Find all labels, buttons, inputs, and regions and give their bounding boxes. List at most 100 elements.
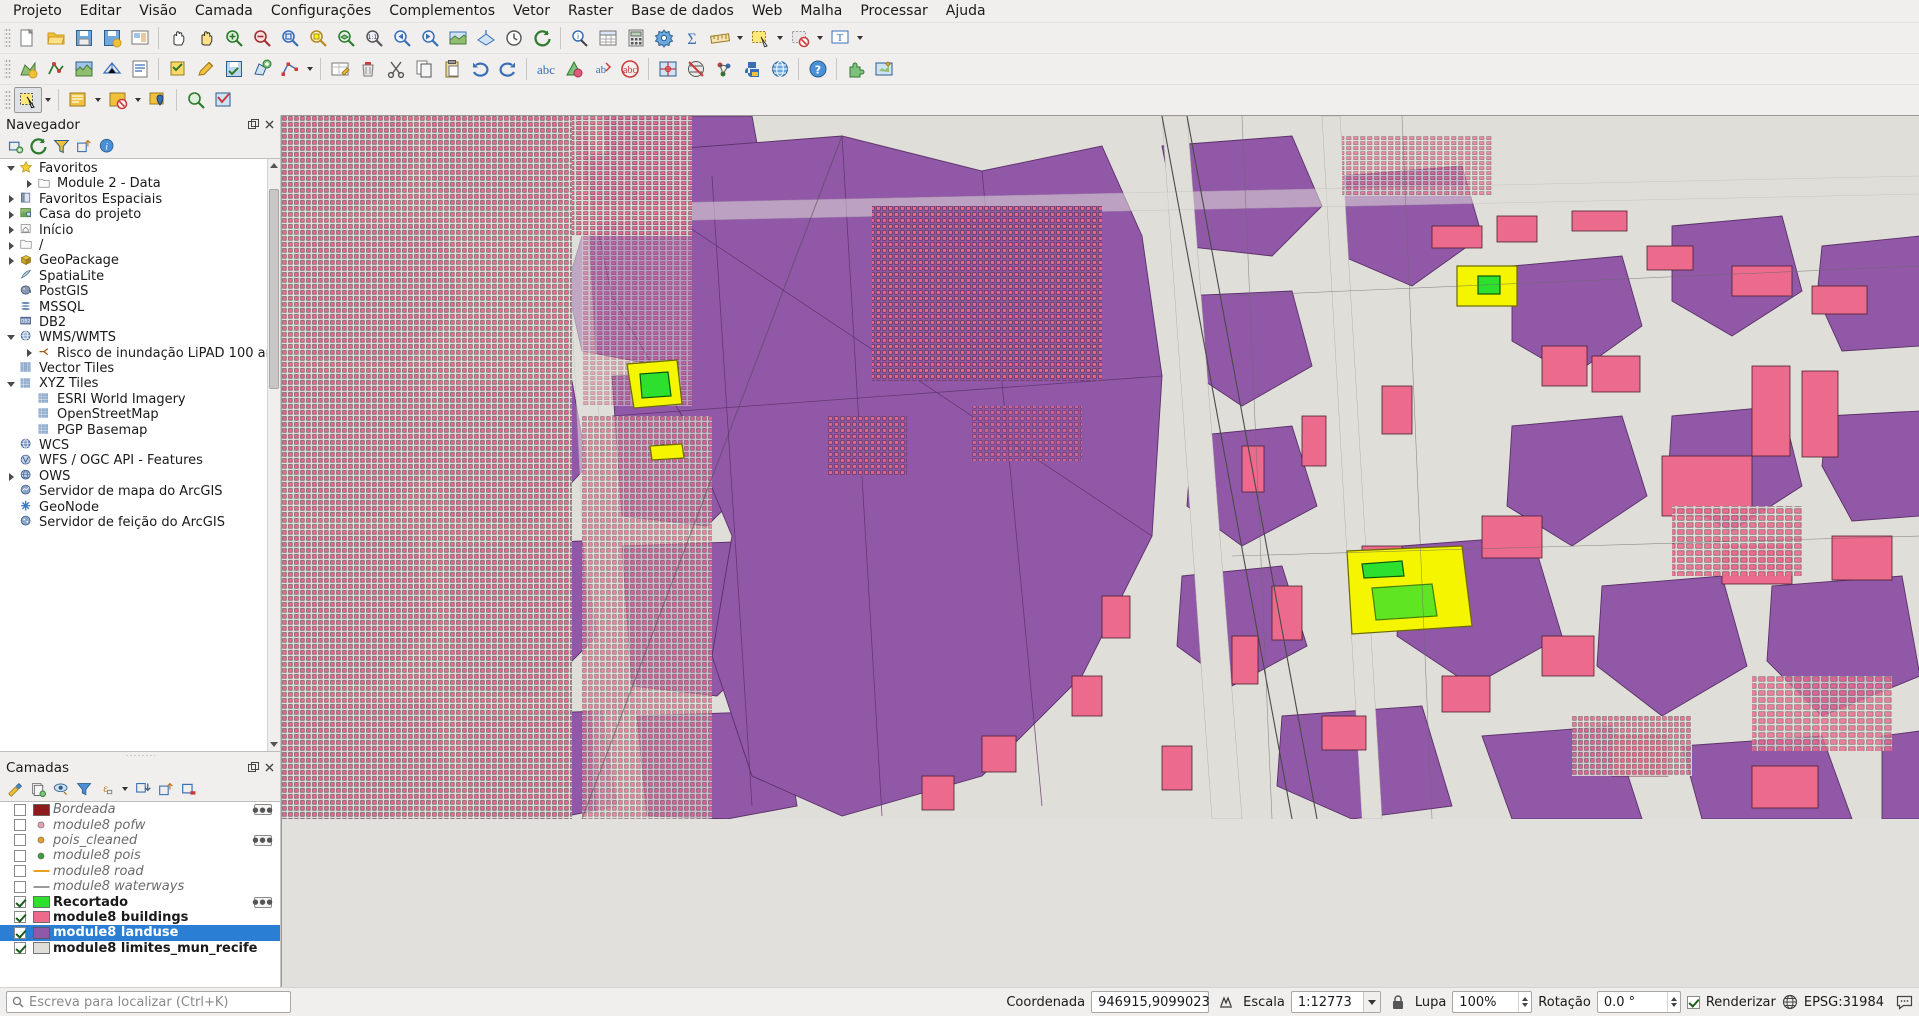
chevron-right-icon[interactable] <box>4 195 18 203</box>
save-project-button[interactable] <box>70 25 98 51</box>
save-project-as-button[interactable] <box>98 25 126 51</box>
pan-to-selection-button[interactable] <box>192 25 220 51</box>
chevron-right-icon[interactable] <box>4 257 18 265</box>
menu-complementos[interactable]: Complementos <box>380 1 504 21</box>
browser-item-servidor-de-mapa-do-arcgis[interactable]: Servidor de mapa do ArcGIS <box>0 484 280 499</box>
layer-visibility-checkbox[interactable] <box>14 803 26 816</box>
zoom-native-button[interactable]: 1:1 <box>360 25 388 51</box>
browser-item-favoritos[interactable]: Favoritos <box>0 161 280 176</box>
layer-visibility-checkbox[interactable] <box>14 896 26 909</box>
field-calculator-button[interactable] <box>622 25 650 51</box>
browser-item-geopackage[interactable]: GeoPackage <box>0 253 280 268</box>
new-project-button[interactable] <box>14 25 42 51</box>
layout-manager-button[interactable] <box>126 25 154 51</box>
python-console-button[interactable] <box>738 56 766 82</box>
chevron-down-icon[interactable] <box>132 87 144 113</box>
layer-visibility-checkbox[interactable] <box>14 911 26 924</box>
layer-visibility-checkbox[interactable] <box>14 849 26 862</box>
browser-item-module-2-data[interactable]: Module 2 - Data <box>0 176 280 191</box>
expand-all-button[interactable] <box>132 779 154 800</box>
layer-row-module8-landuse[interactable]: module8 landuse <box>0 925 280 941</box>
menu-vetor[interactable]: Vetor <box>504 1 559 21</box>
processing-toolbox-button[interactable] <box>650 25 678 51</box>
add-mesh-layer-button[interactable] <box>98 56 126 82</box>
text-annotation-button[interactable]: T <box>826 25 854 51</box>
change-label-button[interactable]: abc <box>616 56 644 82</box>
menu-editar[interactable]: Editar <box>71 1 130 21</box>
browser-item-mssql[interactable]: MSSQL <box>0 300 280 315</box>
layer-styling-panel-button[interactable] <box>4 779 26 800</box>
zoom-to-selection-button-2[interactable] <box>182 87 210 113</box>
magnifier-spinner[interactable] <box>1518 992 1531 1012</box>
layers-panel-close-icon[interactable] <box>262 761 276 775</box>
browser-item-pgp-basemap[interactable]: PGP Basemap <box>0 423 280 438</box>
browser-item-wcs[interactable]: WCS <box>0 438 280 453</box>
save-layer-edits-button[interactable] <box>220 56 248 82</box>
chevron-right-icon[interactable] <box>4 242 18 250</box>
deselect-all-button[interactable] <box>104 87 132 113</box>
layer-visibility-checkbox[interactable] <box>14 819 26 832</box>
browser-item-db2[interactable]: DB2 DB2 <box>0 315 280 330</box>
open-attribute-table-button[interactable] <box>594 25 622 51</box>
menu-vis-o[interactable]: Visão <box>130 1 186 21</box>
add-feature-button[interactable] <box>248 56 276 82</box>
paste-features-button[interactable] <box>438 56 466 82</box>
browser-item-casa-do-projeto[interactable]: Casa do projeto <box>0 207 280 222</box>
chevron-down-icon[interactable] <box>92 87 104 113</box>
browser-panel-float-icon[interactable] <box>246 118 260 132</box>
browser-add-selected-button[interactable] <box>4 136 26 157</box>
menu-projeto[interactable]: Projeto <box>4 1 71 21</box>
browser-item-wfs-ogc-api-features[interactable]: WFS / OGC API - Features <box>0 453 280 468</box>
layer-visibility-checkbox[interactable] <box>14 834 26 847</box>
redo-button[interactable] <box>494 56 522 82</box>
browser-item-wms-wmts[interactable]: WMS/WMTS <box>0 330 280 345</box>
current-edits-button[interactable] <box>164 56 192 82</box>
open-project-button[interactable] <box>42 25 70 51</box>
menu-ajuda[interactable]: Ajuda <box>937 1 995 21</box>
browser-scrollbar[interactable] <box>267 159 280 751</box>
help-button[interactable]: ? <box>804 56 832 82</box>
layer-visibility-checkbox[interactable] <box>14 865 26 878</box>
plugin-manager-button[interactable] <box>842 56 870 82</box>
menu-camada[interactable]: Camada <box>186 1 262 21</box>
render-checkbox[interactable] <box>1686 995 1700 1009</box>
crs-icon[interactable] <box>1782 994 1798 1010</box>
browser-item-in-cio[interactable]: Início <box>0 223 280 238</box>
browser-item-[interactable]: / <box>0 238 280 253</box>
rotation-field[interactable]: 0.0 ° <box>1596 991 1681 1013</box>
scroll-up-icon[interactable] <box>268 159 280 172</box>
add-vector-layer-button[interactable] <box>42 56 70 82</box>
chevron-down-icon[interactable] <box>734 25 746 51</box>
menu-processar[interactable]: Processar <box>851 1 936 21</box>
menu-configura-es[interactable]: Configurações <box>262 1 380 21</box>
measure-button[interactable] <box>706 25 734 51</box>
layer-expand-indicator[interactable]: ●●● <box>252 834 273 846</box>
scale-combo[interactable]: 1:12773 <box>1290 991 1381 1013</box>
chevron-down-icon[interactable] <box>774 25 786 51</box>
rotation-spinner[interactable] <box>1666 992 1680 1012</box>
layer-visibility-checkbox[interactable] <box>14 942 26 955</box>
browser-tree[interactable]: Favoritos Module 2 - Data Favoritos Espaci… <box>0 158 280 752</box>
chevron-right-icon[interactable] <box>22 180 36 188</box>
browser-panel-close-icon[interactable] <box>262 118 276 132</box>
crs-value[interactable]: EPSG:31984 <box>1804 995 1884 1010</box>
deselect-features-button[interactable] <box>786 25 814 51</box>
zoom-next-button[interactable] <box>416 25 444 51</box>
select-value-button[interactable] <box>210 87 238 113</box>
new-map-view-button[interactable] <box>444 25 472 51</box>
toggle-editing-button[interactable] <box>192 56 220 82</box>
new-3d-map-view-button[interactable] <box>472 25 500 51</box>
browser-refresh-button[interactable] <box>27 136 49 157</box>
toolbar-grip[interactable] <box>4 27 11 49</box>
new-shapefile-layer-button[interactable] <box>14 56 42 82</box>
modify-attributes-button[interactable] <box>326 56 354 82</box>
select-by-rectangle-button[interactable] <box>14 87 42 113</box>
georeferencer-button[interactable] <box>654 56 682 82</box>
browser-item-servidor-de-fei-o-do-arcgis[interactable]: Servidor de feição do ArcGIS <box>0 515 280 530</box>
chevron-down-icon[interactable] <box>304 56 316 82</box>
browser-properties-button[interactable]: i <box>96 136 118 157</box>
zoom-full-button[interactable] <box>276 25 304 51</box>
qgis-plugins-button[interactable] <box>870 56 898 82</box>
add-group-button[interactable] <box>27 779 49 800</box>
scroll-down-icon[interactable] <box>268 738 280 751</box>
